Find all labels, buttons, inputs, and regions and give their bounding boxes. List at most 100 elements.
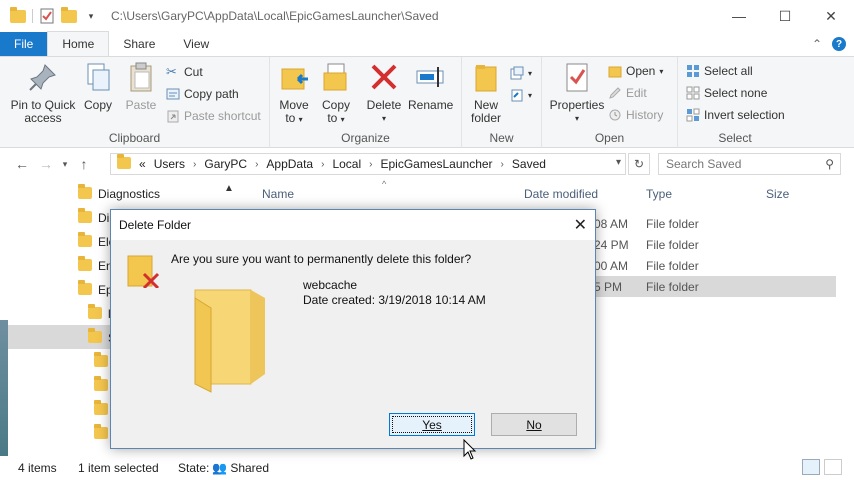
refresh-button[interactable]: ↻ xyxy=(628,153,650,175)
close-button[interactable]: ✕ xyxy=(808,0,854,32)
column-type[interactable]: Type xyxy=(646,187,672,201)
invert-selection-icon xyxy=(686,108,700,122)
breadcrumb-users[interactable]: Users xyxy=(154,157,185,171)
dialog-body: Are you sure you want to permanently del… xyxy=(111,240,595,448)
delete-button[interactable]: Delete ▾ xyxy=(366,61,402,125)
breadcrumb-overflow[interactable]: « xyxy=(139,157,146,171)
back-button[interactable]: ← xyxy=(10,156,34,172)
tree-item-ep[interactable]: Ep xyxy=(78,279,113,301)
dialog-question: Are you sure you want to permanently del… xyxy=(171,252,472,266)
copy-to-button[interactable]: Copy to ▾ xyxy=(318,61,354,126)
move-to-icon xyxy=(278,61,310,93)
paste-button[interactable]: Paste xyxy=(122,61,160,112)
copy-button[interactable]: Copy xyxy=(80,61,116,112)
edit-button[interactable]: Edit xyxy=(608,83,647,103)
new-item-icon xyxy=(510,66,524,80)
cut-button[interactable]: ✂ Cut xyxy=(166,62,203,82)
dialog-close-button[interactable]: ✕ xyxy=(574,215,587,235)
mouse-cursor-icon xyxy=(463,438,477,464)
refresh-icon: ↻ xyxy=(633,157,645,171)
breadcrumb-saved[interactable]: Saved xyxy=(512,157,546,171)
background-strip xyxy=(0,320,8,456)
address-bar[interactable]: « Users › GaryPC › AppData › Local › Epi… xyxy=(110,153,626,175)
tree-item-sub4[interactable] xyxy=(94,423,108,445)
column-size[interactable]: Size xyxy=(766,187,789,201)
invert-selection-button[interactable]: Invert selection xyxy=(686,105,785,125)
chevron-down-icon: ▾ xyxy=(298,115,303,124)
delete-folder-icon xyxy=(127,252,161,290)
details-view-button[interactable] xyxy=(802,459,820,475)
properties-button[interactable]: Properties ▾ xyxy=(548,61,606,125)
folder-icon xyxy=(88,303,102,322)
select-group-label: Select xyxy=(718,131,752,145)
search-input[interactable]: Search Saved ⚲ xyxy=(658,153,841,175)
divider xyxy=(32,9,33,23)
tab-share[interactable]: Share xyxy=(109,32,169,56)
copy-to-icon xyxy=(320,61,352,93)
minimize-button[interactable]: — xyxy=(716,0,762,32)
chevron-right-icon[interactable]: › xyxy=(193,159,196,170)
scroll-up-arrow[interactable]: ▲ xyxy=(224,183,234,194)
folder-icon xyxy=(78,279,92,298)
open-button[interactable]: Open ▾ xyxy=(608,61,663,81)
tree-item-di[interactable]: Di xyxy=(78,207,109,229)
new-item-button[interactable]: ▾ xyxy=(510,63,532,83)
collapse-ribbon-icon[interactable]: ⌃ xyxy=(812,37,822,51)
breadcrumb-epicgameslauncher[interactable]: EpicGamesLauncher xyxy=(380,157,492,171)
column-date-modified[interactable]: Date modified xyxy=(524,187,598,201)
properties-check-icon[interactable] xyxy=(39,8,55,24)
column-name[interactable]: Name xyxy=(262,187,294,201)
folder-icon xyxy=(117,153,131,172)
history-button[interactable]: History xyxy=(608,105,663,125)
tree-item-diagnostics[interactable]: Diagnostics xyxy=(78,183,160,205)
copy-icon xyxy=(82,61,114,93)
tree-item-en[interactable]: En xyxy=(78,255,113,277)
select-all-button[interactable]: Select all xyxy=(686,61,753,81)
scissors-icon: ✂ xyxy=(166,64,177,79)
breadcrumb-appdata[interactable]: AppData xyxy=(266,157,313,171)
new-folder-button[interactable]: New folder xyxy=(466,61,506,125)
tree-item-sub1[interactable] xyxy=(94,351,108,373)
select-none-button[interactable]: Select none xyxy=(686,83,767,103)
open-group-label: Open xyxy=(594,131,625,145)
easy-access-button[interactable]: ▾ xyxy=(510,85,532,105)
no-button[interactable]: No xyxy=(491,413,577,436)
tab-file[interactable]: File xyxy=(0,32,48,56)
chevron-down-icon[interactable]: ▾ xyxy=(616,157,621,168)
folder-name: webcache xyxy=(303,278,358,292)
rename-button[interactable]: Rename xyxy=(408,61,453,112)
tree-item-l[interactable]: l xyxy=(88,303,111,325)
view-toggle xyxy=(802,459,842,475)
customize-dropdown-icon[interactable]: ▾ xyxy=(83,8,99,24)
pin-to-quick-access-button[interactable]: Pin to Quick access xyxy=(8,61,78,125)
yes-button[interactable]: Yes xyxy=(389,413,475,436)
up-button[interactable]: ↑ xyxy=(72,156,96,172)
chevron-down-icon: ▾ xyxy=(340,115,345,124)
tab-view[interactable]: View xyxy=(169,32,223,56)
chevron-right-icon[interactable]: › xyxy=(255,159,258,170)
new-group: New folder ▾ ▾ New xyxy=(462,57,542,148)
breadcrumb-garypc[interactable]: GaryPC xyxy=(204,157,247,171)
open-group: Properties ▾ Open ▾ Edit History Open xyxy=(542,57,678,148)
copy-path-button[interactable]: Copy path xyxy=(166,84,239,104)
new-folder-quick-icon[interactable] xyxy=(61,7,77,24)
tree-item-sub3[interactable] xyxy=(94,399,108,421)
forward-button[interactable]: → xyxy=(34,156,58,172)
tab-home[interactable]: Home xyxy=(47,31,110,56)
chevron-right-icon[interactable]: › xyxy=(369,159,372,170)
help-icon[interactable]: ? xyxy=(832,37,846,51)
select-group: Select all Select none Invert selection … xyxy=(678,57,792,148)
large-icons-view-button[interactable] xyxy=(824,459,842,475)
folder-icon xyxy=(78,183,92,202)
quick-access-toolbar: ▾ xyxy=(0,7,99,24)
paste-shortcut-button[interactable]: Paste shortcut xyxy=(166,106,261,126)
chevron-right-icon[interactable]: › xyxy=(321,159,324,170)
tree-item-sub2[interactable] xyxy=(94,375,108,397)
recent-locations-button[interactable]: ▾ xyxy=(58,159,72,170)
folder-icon xyxy=(78,231,92,250)
move-to-button[interactable]: Move to ▾ xyxy=(276,61,312,126)
maximize-button[interactable]: ☐ xyxy=(762,0,808,32)
chevron-right-icon[interactable]: › xyxy=(501,159,504,170)
item-count: 4 items xyxy=(18,461,57,475)
breadcrumb-local[interactable]: Local xyxy=(332,157,361,171)
